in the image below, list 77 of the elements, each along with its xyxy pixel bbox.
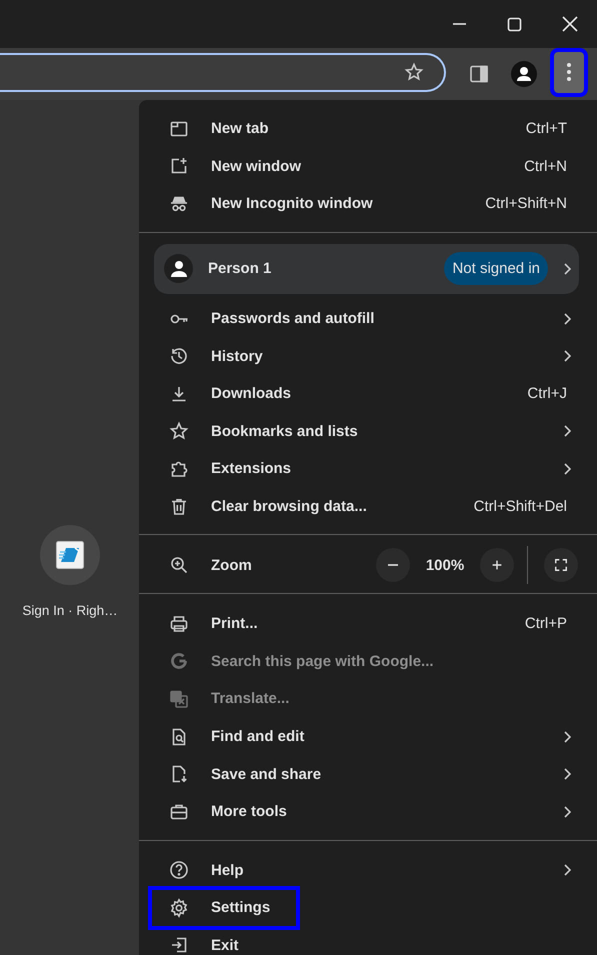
window-plus-icon: [169, 156, 189, 176]
menu-item[interactable]: Passwords and autofill: [139, 300, 597, 338]
fullscreen-icon: [554, 558, 568, 572]
menu-item-label: Print...: [211, 615, 258, 632]
menu-item-label: History: [211, 348, 263, 365]
zoom-label: Zoom: [211, 556, 252, 574]
menu-item-label: Passwords and autofill: [211, 310, 374, 328]
menu-item[interactable]: New window Ctrl+N: [139, 148, 597, 186]
settings-icon: [169, 898, 189, 918]
trash-icon: [169, 496, 189, 517]
tab-icon: [169, 118, 189, 139]
menu-item[interactable]: Exit: [139, 926, 597, 955]
menu-item-label: New window: [211, 158, 301, 175]
menu-item-label: Bookmarks and lists: [211, 422, 358, 440]
profile-name: Person 1: [208, 260, 272, 278]
menu-item-label: Extensions: [211, 460, 292, 478]
menu-item[interactable]: Bookmarks and lists: [139, 412, 597, 450]
translate-icon: [169, 688, 189, 709]
menu-item-label: Help: [211, 862, 244, 879]
menu-item[interactable]: More tools: [139, 792, 597, 830]
menu-item[interactable]: New tab Ctrl+T: [139, 110, 597, 148]
menu-item[interactable]: Settings: [139, 889, 597, 927]
menu-item[interactable]: Extensions: [139, 450, 597, 488]
shortcut-text: Ctrl+P: [524, 615, 567, 632]
google-g-icon: [169, 651, 189, 672]
more-icon: [567, 63, 571, 81]
menu-item[interactable]: Find and edit: [139, 718, 597, 756]
incognito-icon: [169, 194, 189, 214]
menu-item-label: Settings: [211, 899, 270, 916]
plus-icon: [490, 558, 504, 572]
help-icon: [169, 860, 189, 880]
menu-item[interactable]: Downloads Ctrl+J: [139, 374, 597, 413]
zoom-level: 100%: [424, 556, 466, 574]
shortcut-text: Ctrl+Shift+Del: [474, 498, 567, 516]
menu-item-label: New tab: [211, 120, 269, 138]
puzzle-icon: [169, 458, 189, 479]
minimize-icon: [453, 23, 466, 25]
shortcut-text: Ctrl+T: [526, 120, 567, 138]
shortcut-text: Ctrl+J: [527, 385, 567, 402]
history-icon: [169, 346, 189, 366]
menu-item[interactable]: Save and share: [139, 755, 597, 793]
menu-item-label: Clear browsing data...: [211, 498, 367, 516]
shortcut-title[interactable]: Sign In · Righ…: [22, 603, 118, 618]
menu-item[interactable]: Print... Ctrl+P: [139, 604, 597, 643]
profile-row[interactable]: Person 1 Not signed in: [154, 244, 579, 294]
menu-item[interactable]: Help: [139, 852, 597, 890]
menu-item[interactable]: Clear browsing data... Ctrl+Shift+Del: [139, 488, 597, 526]
menu-item-label: Find and edit: [211, 728, 304, 746]
maximize-icon: [507, 16, 522, 32]
avatar-icon: [164, 254, 193, 284]
fullscreen-button[interactable]: [544, 548, 578, 582]
minus-icon: [388, 564, 398, 566]
star-icon: [404, 62, 424, 82]
zoom-in-icon: [169, 555, 189, 576]
menu-item-label: More tools: [211, 803, 287, 820]
menu-button[interactable]: [554, 52, 584, 92]
printer-icon: [169, 614, 189, 634]
star-icon: [169, 421, 189, 442]
site-logo-icon: [56, 541, 84, 569]
toolbox-icon: [169, 802, 189, 822]
close-icon: [562, 16, 578, 32]
menu-item-label: Exit: [211, 936, 239, 954]
sign-in-status-badge: Not signed in: [444, 252, 548, 286]
exit-icon: [169, 935, 189, 955]
shortcut-text: Ctrl+N: [524, 158, 567, 175]
menu-item-label: Save and share: [211, 766, 322, 783]
menu-item-label: Translate...: [211, 690, 290, 708]
menu-item-label: Search this page with Google...: [211, 652, 434, 670]
address-bar[interactable]: [0, 52, 446, 92]
menu-item-label: Downloads: [211, 385, 292, 402]
shortcut-text: Ctrl+Shift+N: [485, 195, 567, 212]
avatar-icon: [511, 61, 537, 87]
zoom-in-button[interactable]: [480, 548, 514, 582]
menu-item[interactable]: History: [139, 337, 597, 375]
side-panel-icon: [469, 64, 489, 84]
menu-item-label: New Incognito window: [211, 195, 373, 212]
menu-item[interactable]: New Incognito window Ctrl+Shift+N: [139, 185, 597, 223]
